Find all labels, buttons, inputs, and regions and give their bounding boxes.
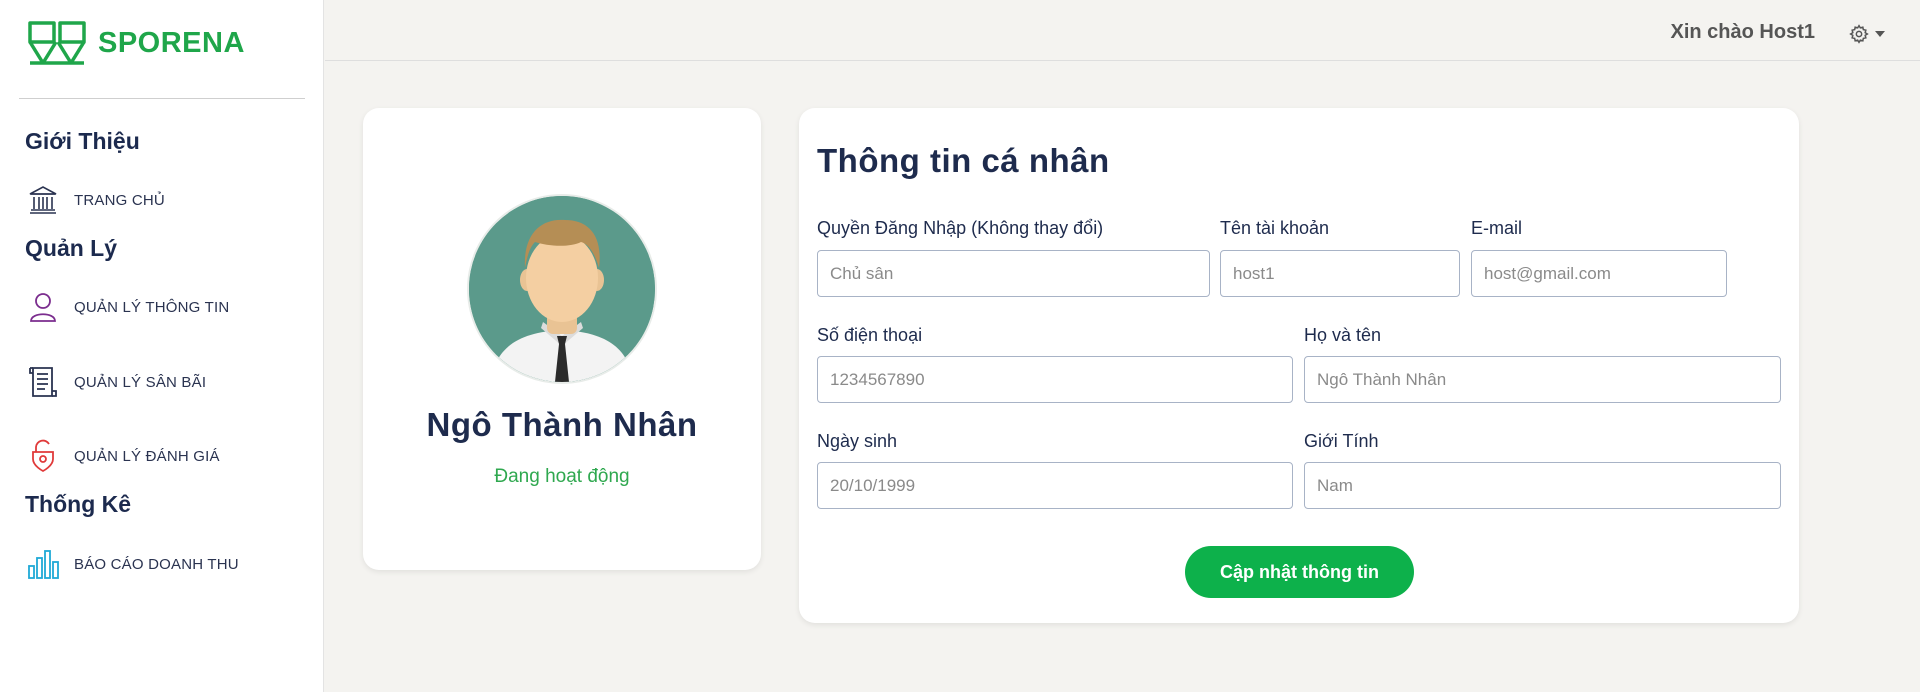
- gender-field[interactable]: [1304, 462, 1781, 509]
- update-info-button[interactable]: Cập nhật thông tin: [1185, 546, 1414, 598]
- birthday-field[interactable]: [817, 462, 1293, 509]
- gear-icon: [1849, 24, 1869, 44]
- brand-name: SPORENA: [98, 26, 245, 59]
- brand-logo[interactable]: SPORENA: [26, 20, 245, 66]
- man-avatar-icon: [469, 196, 655, 382]
- fullname-field[interactable]: [1304, 356, 1781, 403]
- sidebar-item-label: QUẢN LÝ THÔNG TIN: [74, 298, 230, 316]
- role-field[interactable]: [817, 250, 1210, 297]
- personal-info-card: Thông tin cá nhân Quyền Đăng Nhập (Không…: [799, 108, 1799, 623]
- sidebar-item-label: TRANG CHỦ: [74, 191, 165, 209]
- page-title: Thông tin cá nhân: [817, 142, 1110, 179]
- bank-icon: [26, 183, 60, 217]
- email-label: E-mail: [1471, 218, 1523, 238]
- sidebar-divider: [19, 98, 305, 99]
- bar-chart-icon: [26, 547, 60, 581]
- fullname-label: Họ và tên: [1304, 325, 1382, 345]
- top-bar: Xin chào Host1: [325, 0, 1920, 61]
- section-title-quan-ly: Quản Lý: [25, 235, 118, 261]
- unlock-pin-icon: [26, 439, 60, 473]
- sidebar-item-label: BÁO CÁO DOANH THU: [74, 555, 239, 573]
- username-label: Tên tài khoản: [1220, 218, 1330, 238]
- status-text: Đang hoạt động: [494, 466, 630, 487]
- role-label: Quyền Đăng Nhập (Không thay đổi): [817, 218, 1104, 238]
- phone-label: Số điện thoại: [817, 325, 923, 345]
- email-field[interactable]: [1471, 250, 1727, 297]
- section-title-gioi-thieu: Giới Thiệu: [25, 128, 140, 154]
- gender-label: Giới Tính: [1304, 431, 1379, 451]
- sidebar-item-quan-ly-thong-tin[interactable]: QUẢN LÝ THÔNG TIN: [26, 287, 229, 327]
- profile-card: Ngô Thành Nhân Đang hoạt động: [363, 108, 761, 570]
- sidebar-item-bao-cao-doanh-thu[interactable]: BÁO CÁO DOANH THU: [26, 544, 239, 584]
- username-field[interactable]: [1220, 250, 1460, 297]
- sidebar-item-trang-chu[interactable]: TRANG CHỦ: [26, 180, 165, 220]
- sidebar-item-quan-ly-danh-gia[interactable]: QUẢN LÝ ĐÁNH GIÁ: [26, 436, 220, 476]
- sidebar-item-quan-ly-san-bai[interactable]: QUẢN LÝ SÂN BÃI: [26, 362, 206, 402]
- sidebar-item-label: QUẢN LÝ ĐÁNH GIÁ: [74, 447, 220, 465]
- sidebar: SPORENA Giới Thiệu TRANG CHỦ Quản Lý QUẢ…: [0, 0, 324, 692]
- birthday-label: Ngày sinh: [817, 431, 898, 451]
- greeting-text: Xin chào Host1: [1670, 21, 1815, 43]
- sporena-logo-icon: [28, 21, 86, 65]
- document-icon: [26, 365, 60, 399]
- chevron-down-icon: [1875, 31, 1885, 37]
- phone-field[interactable]: [817, 356, 1293, 403]
- profile-name: Ngô Thành Nhân: [426, 406, 698, 443]
- sidebar-item-label: QUẢN LÝ SÂN BÃI: [74, 373, 207, 391]
- settings-dropdown[interactable]: [1849, 24, 1885, 44]
- section-title-thong-ke: Thống Kê: [25, 491, 132, 517]
- user-icon: [26, 290, 60, 324]
